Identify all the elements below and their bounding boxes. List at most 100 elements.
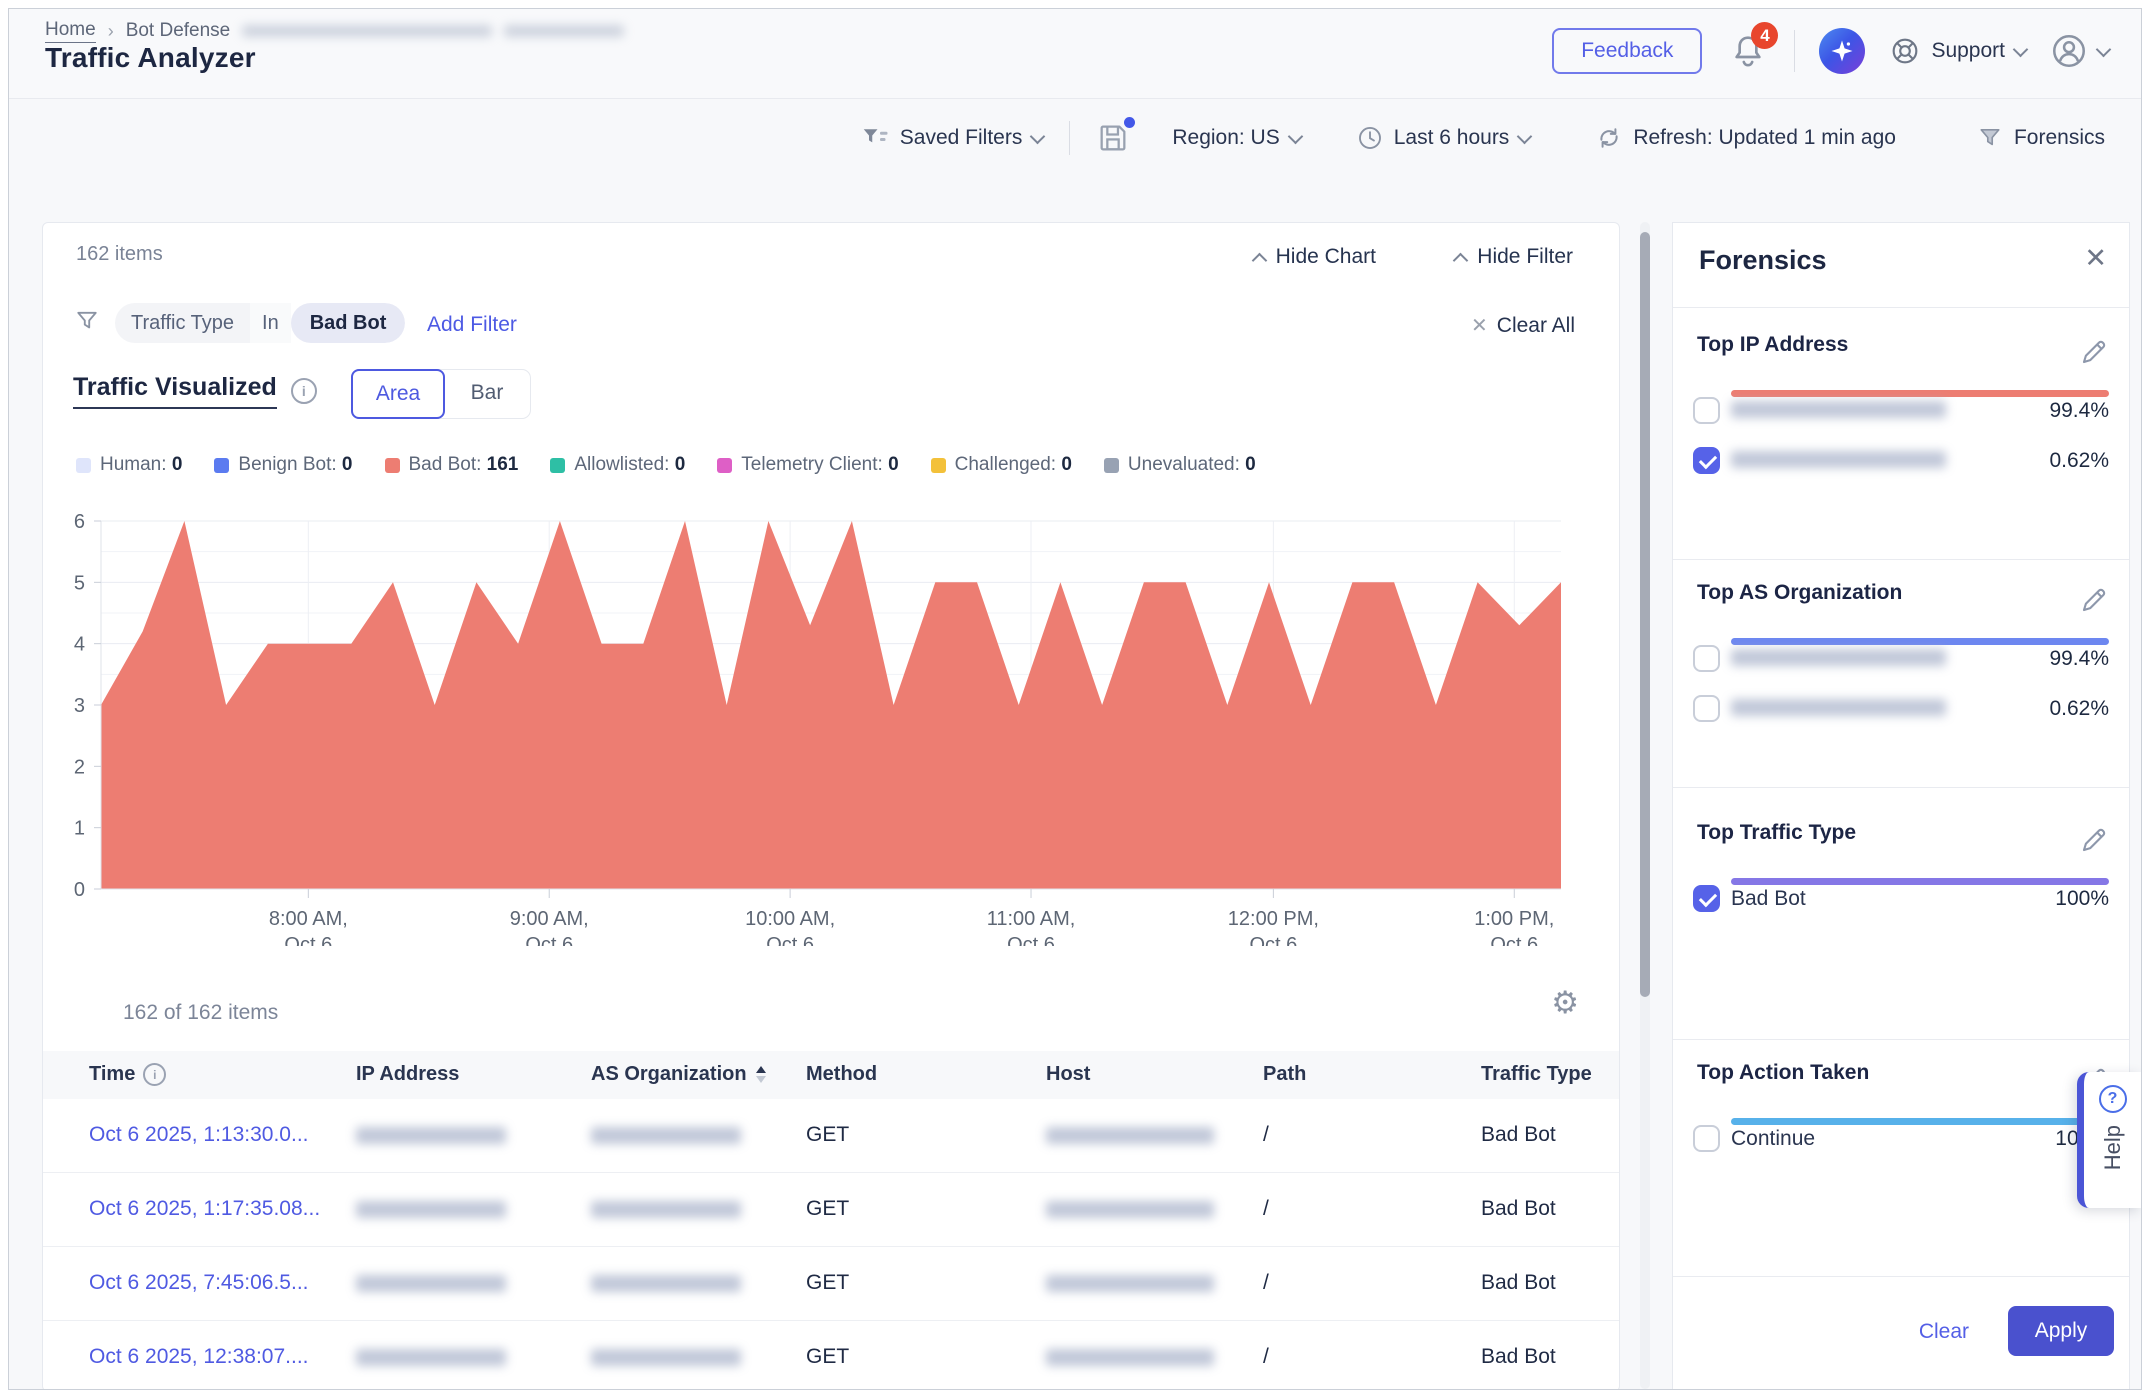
column-header-ip-address[interactable]: IP Address (356, 1063, 459, 1086)
traffic-panel: 162 items Hide Chart Hide Filter Traffic… (42, 222, 1620, 1390)
scrollbar-thumb[interactable] (1640, 232, 1650, 997)
as-organization-redacted (591, 1201, 741, 1218)
notifications-button[interactable]: 4 (1726, 29, 1770, 73)
checkbox-unchecked[interactable] (1693, 1125, 1720, 1152)
legend-swatch (1104, 458, 1119, 473)
redacted-value (1731, 401, 1946, 418)
column-header-time[interactable]: Timei (89, 1063, 166, 1086)
view-toggle-area[interactable]: Area (351, 369, 445, 419)
items-count: 162 items (76, 243, 163, 266)
section-divider (1673, 787, 2129, 788)
time-link[interactable]: Oct 6 2025, 1:13:30.0... (89, 1123, 309, 1147)
breadcrumb-home-link[interactable]: Home (45, 19, 96, 43)
sort-icon[interactable] (756, 1066, 766, 1083)
edit-icon[interactable] (2079, 585, 2109, 620)
avatar-icon (2050, 32, 2088, 70)
column-header-path[interactable]: Path (1263, 1063, 1306, 1086)
help-tab[interactable]: ? Help (2077, 1072, 2141, 1208)
table-count: 162 of 162 items (123, 1001, 278, 1025)
forensics-toggle[interactable]: Forensics (1976, 124, 2105, 152)
checkbox-unchecked[interactable] (1693, 695, 1720, 722)
clear-all-button[interactable]: ✕ Clear All (1471, 313, 1575, 338)
column-label: AS Organization (591, 1063, 747, 1086)
hide-filter-label: Hide Filter (1477, 245, 1573, 269)
method-cell: GET (806, 1345, 849, 1369)
time-range-selector[interactable]: Last 6 hours (1356, 124, 1531, 152)
legend-item-telemetry-client[interactable]: Telemetry Client: 0 (717, 454, 898, 476)
close-icon[interactable]: ✕ (2084, 245, 2107, 272)
forensics-apply-button[interactable]: Apply (2008, 1306, 2114, 1356)
svg-text:Oct 6: Oct 6 (284, 934, 332, 946)
table-header: Timei IP Address AS Organization Method Host… (43, 1051, 1619, 1099)
traffic-area-chart[interactable]: 01234568:00 AM,Oct 69:00 AM,Oct 610:00 A… (63, 491, 1583, 946)
table-settings-gear-icon[interactable]: ⚙ (1551, 987, 1579, 1018)
table-row[interactable]: Oct 6 2025, 7:45:06.5...GET/Bad Bot (43, 1247, 1619, 1321)
checkbox-unchecked[interactable] (1693, 397, 1720, 424)
table-row[interactable]: Oct 6 2025, 1:13:30.0...GET/Bad Bot (43, 1099, 1619, 1173)
clock-icon (1356, 124, 1384, 152)
legend-item-bad-bot[interactable]: Bad Bot: 161 (385, 454, 519, 476)
support-label: Support (1931, 39, 2005, 63)
support-menu[interactable]: Support (1889, 35, 2026, 67)
column-header-traffic-type[interactable]: Traffic Type (1481, 1063, 1592, 1086)
chart-section-title: Traffic Visualized (73, 373, 277, 409)
column-label: Traffic Type (1481, 1063, 1592, 1086)
legend-swatch (76, 458, 91, 473)
forensics-section-title: Top IP Address (1697, 333, 1848, 357)
column-header-host[interactable]: Host (1046, 1063, 1090, 1086)
legend-label: Benign Bot: 0 (238, 454, 352, 476)
distribution-bar (1731, 638, 2109, 645)
legend-item-benign-bot[interactable]: Benign Bot: 0 (214, 454, 352, 476)
table-row[interactable]: Oct 6 2025, 1:17:35.08...GET/Bad Bot (43, 1173, 1619, 1247)
info-icon[interactable]: i (291, 378, 317, 404)
legend-item-unevaluated[interactable]: Unevaluated: 0 (1104, 454, 1256, 476)
forensics-section-title: Top AS Organization (1697, 581, 1902, 605)
legend-item-allowlisted[interactable]: Allowlisted: 0 (550, 454, 685, 476)
filters-toolbar: Saved Filters Region: US Last 6 hours Re… (860, 115, 2105, 161)
hide-chart-button[interactable]: Hide Chart (1254, 245, 1376, 269)
svg-text:12:00 PM,: 12:00 PM, (1228, 908, 1319, 930)
time-range-label: Last 6 hours (1394, 126, 1510, 150)
time-link[interactable]: Oct 6 2025, 1:17:35.08... (89, 1197, 320, 1221)
saved-filters-menu[interactable]: Saved Filters (860, 123, 1044, 153)
filter-chip-traffic-type[interactable]: Traffic Type In Bad Bot (115, 303, 405, 343)
legend-item-challenged[interactable]: Challenged: 0 (931, 454, 1072, 476)
info-icon[interactable]: i (143, 1063, 166, 1086)
refresh-button[interactable]: Refresh: Updated 1 min ago (1595, 124, 1896, 152)
column-header-method[interactable]: Method (806, 1063, 877, 1086)
table-row[interactable]: Oct 6 2025, 12:38:07....GET/Bad Bot (43, 1321, 1619, 1390)
checkbox-checked[interactable] (1693, 885, 1720, 912)
saved-filters-label: Saved Filters (900, 126, 1023, 150)
svg-text:Oct 6: Oct 6 (525, 934, 573, 946)
ai-assistant-icon[interactable] (1819, 28, 1865, 74)
as-organization-redacted (591, 1275, 741, 1292)
view-toggle-bar[interactable]: Bar (444, 370, 530, 416)
legend-swatch (385, 458, 400, 473)
breadcrumb-redacted (504, 25, 624, 37)
column-header-as-organization[interactable]: AS Organization (591, 1063, 766, 1086)
header-divider (1794, 30, 1795, 72)
hide-filter-button[interactable]: Hide Filter (1455, 245, 1573, 269)
time-link[interactable]: Oct 6 2025, 12:38:07.... (89, 1345, 309, 1369)
edit-icon[interactable] (2079, 337, 2109, 372)
legend-item-human[interactable]: Human: 0 (76, 454, 182, 476)
time-link[interactable]: Oct 6 2025, 7:45:06.5... (89, 1271, 309, 1295)
path-cell: / (1263, 1271, 1269, 1295)
svg-text:1:00 PM,: 1:00 PM, (1474, 908, 1554, 930)
feedback-button[interactable]: Feedback (1552, 28, 1702, 74)
edit-icon[interactable] (2079, 825, 2109, 860)
region-selector[interactable]: Region: US (1172, 126, 1300, 150)
save-filter-button[interactable] (1096, 120, 1132, 156)
ip-address-redacted (356, 1349, 506, 1366)
breadcrumb-section[interactable]: Bot Defense (126, 20, 231, 42)
path-cell: / (1263, 1197, 1269, 1221)
host-redacted (1046, 1127, 1214, 1144)
column-label: IP Address (356, 1063, 459, 1086)
forensics-clear-button[interactable]: Clear (1919, 1320, 1969, 1344)
account-menu[interactable] (2050, 32, 2109, 70)
checkbox-unchecked[interactable] (1693, 645, 1720, 672)
redacted-value (1731, 699, 1946, 716)
chevron-down-icon (1030, 128, 1046, 144)
checkbox-checked[interactable] (1693, 447, 1720, 474)
add-filter-button[interactable]: Add Filter (427, 313, 517, 337)
